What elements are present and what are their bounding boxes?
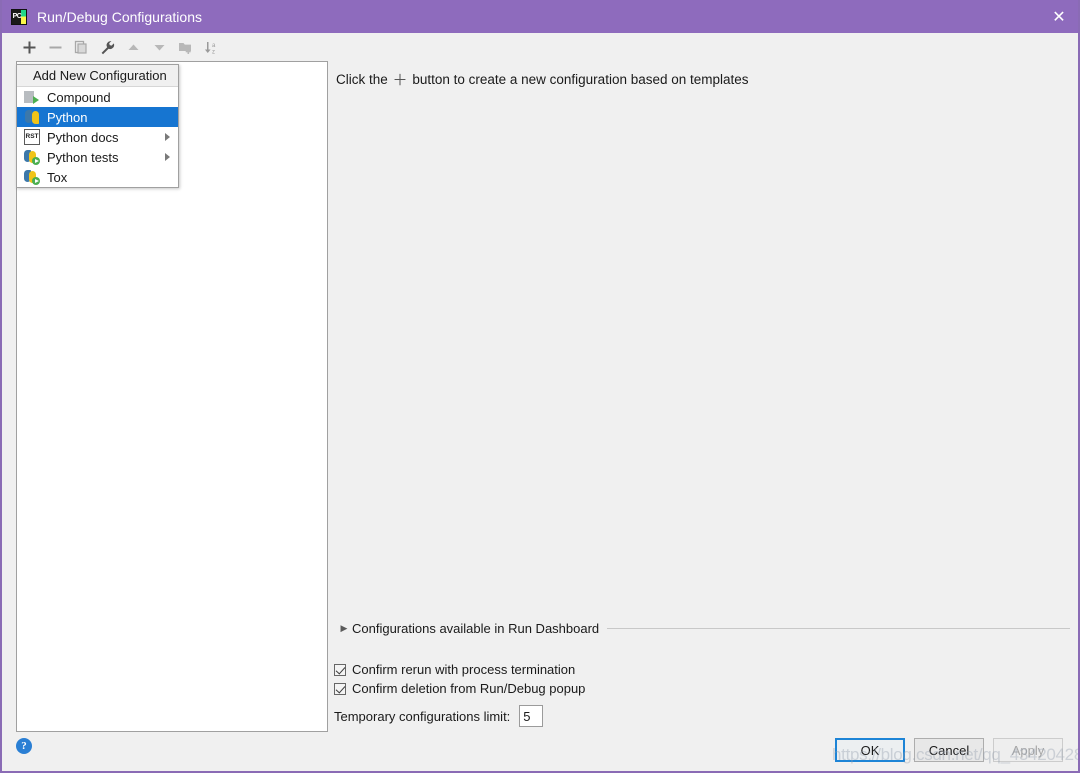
hint-suffix: button to create a new configuration bas… (412, 72, 749, 87)
run-debug-configurations-dialog: PC Run/Debug Configurations ✕ a z Click … (0, 0, 1080, 773)
copy-configuration-button[interactable] (68, 34, 94, 60)
help-icon[interactable]: ? (16, 738, 32, 754)
cancel-button[interactable]: Cancel (914, 738, 984, 762)
configuration-details-panel: Click the ＋ button to create a new confi… (328, 61, 1078, 732)
configurations-toolbar: a z (2, 33, 1078, 61)
close-icon[interactable]: ✕ (1036, 0, 1078, 33)
python-icon (24, 109, 40, 125)
menu-item-python-docs[interactable]: RST Python docs (17, 127, 178, 147)
menu-item-python-tests[interactable]: Python tests (17, 147, 178, 167)
empty-state-hint: Click the ＋ button to create a new confi… (336, 72, 749, 88)
temporary-limit-label: Temporary configurations limit: (334, 708, 511, 724)
submenu-arrow-icon (165, 153, 170, 161)
menu-item-label: Compound (47, 89, 111, 105)
move-up-button[interactable] (120, 34, 146, 60)
arrow-down-icon (154, 44, 164, 50)
title-bar: PC Run/Debug Configurations ✕ (2, 0, 1078, 33)
minus-icon (49, 46, 61, 48)
run-dashboard-section-label: Configurations available in Run Dashboar… (352, 620, 600, 636)
temporary-limit-row: Temporary configurations limit: (334, 705, 544, 727)
dialog-footer: ? OK Cancel Apply (2, 732, 1078, 771)
folder-plus-icon (178, 42, 191, 54)
sort-alpha-icon: a z (204, 41, 216, 55)
add-configuration-button[interactable] (16, 34, 42, 60)
section-divider (607, 627, 1070, 629)
move-down-button[interactable] (146, 34, 172, 60)
rst-doc-icon: RST (24, 129, 40, 145)
python-test-icon (24, 169, 40, 185)
popup-header-label: Add New Configuration (17, 65, 178, 87)
menu-item-label: Python tests (47, 149, 119, 165)
pycharm-icon-text: PC (12, 13, 22, 20)
hint-prefix: Click the (336, 72, 388, 87)
python-test-icon (24, 149, 40, 165)
confirm-deletion-checkbox[interactable]: Confirm deletion from Run/Debug popup (334, 681, 585, 696)
arrow-up-icon (128, 44, 138, 50)
window-title: Run/Debug Configurations (37, 8, 202, 25)
apply-button[interactable]: Apply (993, 738, 1063, 762)
menu-item-tox[interactable]: Tox (17, 167, 178, 187)
chevron-right-icon: ▶ (340, 622, 348, 633)
svg-text:z: z (212, 49, 215, 55)
compound-icon (24, 89, 40, 105)
menu-item-label: Python (47, 109, 88, 125)
sort-configurations-button[interactable]: a z (198, 34, 224, 60)
checkbox-mark-icon (334, 663, 346, 676)
menu-item-label: Python docs (47, 129, 119, 145)
checkbox-mark-icon (334, 682, 346, 695)
copy-icon (74, 40, 87, 54)
run-dashboard-section-toggle[interactable]: ▶ Configurations available in Run Dashbo… (336, 619, 1070, 637)
confirm-rerun-label: Confirm rerun with process termination (352, 662, 576, 677)
plus-icon: ＋ (392, 72, 408, 89)
plus-icon (23, 41, 35, 53)
confirm-rerun-checkbox[interactable]: Confirm rerun with process termination (334, 662, 575, 677)
wrench-icon (101, 40, 114, 54)
new-folder-button[interactable] (172, 34, 198, 60)
add-new-configuration-popup: Add New Configuration Compound Python RS… (16, 64, 179, 188)
edit-templates-button[interactable] (94, 34, 120, 60)
temporary-limit-input[interactable] (519, 705, 544, 727)
pycharm-icon: PC (11, 8, 27, 25)
menu-item-compound[interactable]: Compound (17, 87, 178, 107)
confirm-deletion-label: Confirm deletion from Run/Debug popup (352, 681, 586, 696)
menu-item-label: Tox (47, 169, 68, 185)
menu-item-python[interactable]: Python (17, 107, 178, 127)
submenu-arrow-icon (165, 133, 170, 141)
ok-button[interactable]: OK (835, 738, 905, 762)
remove-configuration-button[interactable] (42, 34, 68, 60)
svg-text:a: a (212, 43, 216, 49)
